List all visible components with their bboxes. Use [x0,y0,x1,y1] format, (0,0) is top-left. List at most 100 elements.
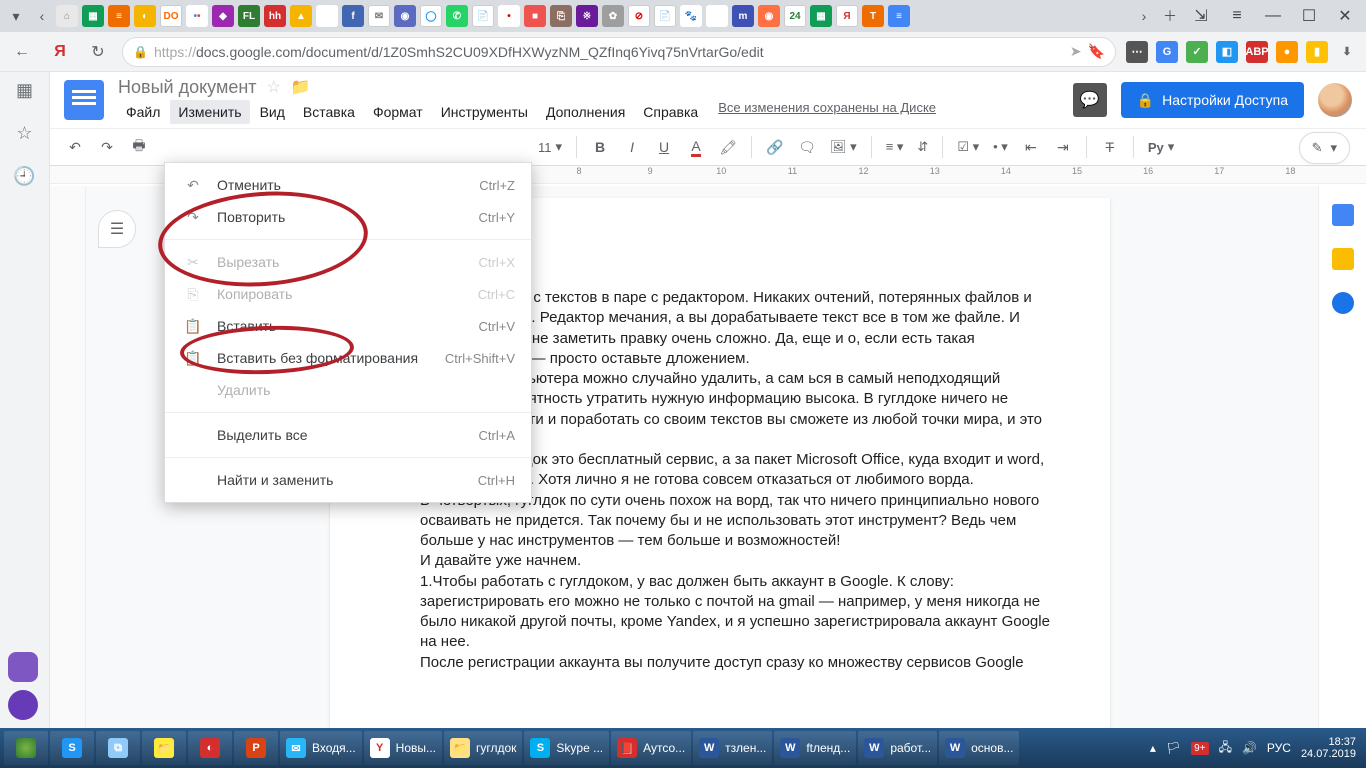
menu-item-undo[interactable]: ↶ Отменить Ctrl+Z [165,169,531,201]
input-tools-icon[interactable]: Ру ▾ [1144,139,1178,155]
tab-favicon[interactable]: ✉ [368,5,390,27]
menu-tools[interactable]: Инструменты [433,100,536,124]
tab-favicon[interactable]: 📄 [472,5,494,27]
ext-icon[interactable]: ABP [1246,41,1268,63]
menu-format[interactable]: Формат [365,100,431,124]
tab-favicon[interactable]: ⌂ [56,5,78,27]
insert-image-icon[interactable]: 🖼 ▾ [826,139,861,155]
tab-favicon[interactable]: ◉ [758,5,780,27]
download-icon[interactable]: ⬇ [1336,41,1358,63]
task-icon[interactable]: S [50,731,94,765]
start-button[interactable] [4,731,48,765]
menu-item-delete[interactable]: Удалить [165,374,531,406]
tab-favicon[interactable]: ✿ [602,5,624,27]
align-icon[interactable]: ≡ ▾ [882,139,908,155]
voice-icon[interactable] [8,690,38,720]
url-input[interactable]: 🔒 https://docs.google.com/document/d/1Z0… [122,37,1116,67]
line-spacing-icon[interactable]: ⇵ [913,139,932,155]
tab-favicon[interactable]: 🐾 [680,5,702,27]
insert-link-icon[interactable]: 🔗 [762,134,788,160]
ext-icon[interactable]: ▮ [1306,41,1328,63]
window-minimize-icon[interactable]: ― [1256,4,1290,28]
tab-favicon[interactable]: • [498,5,520,27]
task-icon[interactable]: ⧉ [96,731,140,765]
ext-icon[interactable]: ⋯ [1126,41,1148,63]
tab-favicon[interactable]: ▦ [810,5,832,27]
bookmark-icon[interactable]: 🔖 [1088,43,1105,60]
tab-favicon[interactable] [706,5,728,27]
alice-icon[interactable] [8,652,38,682]
text-color-icon[interactable]: A [683,134,709,160]
tray-clock[interactable]: 18:37 24.07.2019 [1301,736,1356,760]
tab-favicon[interactable]: FL [238,5,260,27]
task-icon[interactable]: 📁 [142,731,186,765]
tray-flag-icon[interactable]: 🏳 [1166,741,1181,755]
taskbar-app[interactable]: Wработ... [858,731,937,765]
tray-expand-icon[interactable]: ▴ [1150,741,1156,755]
tab-favicon[interactable]: f [342,5,364,27]
taskbar-app[interactable]: ✉Входя... [280,731,362,765]
tasks-icon[interactable] [1332,292,1354,314]
redo-icon[interactable]: ↷ [94,134,120,160]
star-icon[interactable]: ☆ [267,77,281,97]
taskbar-app[interactable]: 📁гуглдок [444,731,522,765]
new-tab-icon[interactable]: ＋ [1158,4,1182,28]
indent-increase-icon[interactable]: ⇥ [1050,134,1076,160]
apps-icon[interactable]: ▦ [16,80,33,101]
taskbar-app[interactable]: 📕Аутсо... [611,731,691,765]
menu-item-select-all[interactable]: Выделить все Ctrl+A [165,419,531,451]
editing-mode-select[interactable]: ✎ ▾ [1299,132,1350,164]
outline-toggle-icon[interactable]: ☰ [98,210,136,248]
yandex-logo-icon[interactable]: Я [46,38,74,66]
task-icon[interactable]: P [234,731,278,765]
bold-icon[interactable]: B [587,134,613,160]
tab-nav-prev-icon[interactable]: ‹ [30,4,54,28]
tab-favicon[interactable]: ※ [576,5,598,27]
tab-favicon[interactable]: DO [160,5,182,27]
tab-favicon[interactable]: •• [186,5,208,27]
insert-comment-icon[interactable]: 🗨 [794,134,820,160]
tab-favicon[interactable]: 24 [784,5,806,27]
taskbar-app[interactable]: Wftленд... [774,731,856,765]
tab-favicon[interactable]: 📄 [654,5,676,27]
menu-icon[interactable]: ≡ [1220,4,1254,28]
tab-favicon[interactable]: T [862,5,884,27]
save-status-link[interactable]: Все изменения сохранены на Диске [718,100,936,124]
ext-icon[interactable]: ● [1276,41,1298,63]
menu-item-copy[interactable]: ⎘ Копировать Ctrl+C [165,278,531,310]
menu-file[interactable]: Файл [118,100,168,124]
favorite-icon[interactable]: ☆ [16,123,32,144]
bullet-list-icon[interactable]: • ▾ [989,139,1012,155]
tray-badge[interactable]: 9+ [1191,742,1208,755]
tab-favicon[interactable]: hh [264,5,286,27]
print-icon[interactable]: 🖶 [126,134,152,160]
task-icon[interactable]: ◐ [188,731,232,765]
menu-edit[interactable]: Изменить [170,100,249,124]
menu-view[interactable]: Вид [252,100,293,124]
underline-icon[interactable]: U [651,134,677,160]
menu-insert[interactable]: Вставка [295,100,363,124]
tab-favicon[interactable]: ▲ [290,5,312,27]
menu-item-find-replace[interactable]: Найти и заменить Ctrl+H [165,464,531,496]
docs-logo-icon[interactable] [64,80,104,120]
account-avatar[interactable] [1318,83,1352,117]
document-title[interactable]: Новый документ [118,77,257,98]
ext-icon[interactable]: G [1156,41,1178,63]
ext-icon[interactable]: ✓ [1186,41,1208,63]
history-icon[interactable]: 🕘 [13,166,35,187]
tab-favicon[interactable]: ◆ [212,5,234,27]
tab-favicon[interactable]: ✆ [446,5,468,27]
clear-format-icon[interactable]: T [1097,134,1123,160]
tab-favicon[interactable]: ◉ [394,5,416,27]
tab-favicon[interactable]: ◯ [420,5,442,27]
checklist-icon[interactable]: ☑ ▾ [953,139,983,155]
ext-icon[interactable]: ◧ [1216,41,1238,63]
pin-icon[interactable]: ⇲ [1184,4,1218,28]
menu-item-cut[interactable]: ✂ Вырезать Ctrl+X [165,246,531,278]
window-maximize-icon[interactable]: ☐ [1292,4,1326,28]
tab-favicon[interactable]: ⊘ [628,5,650,27]
undo-icon[interactable]: ↶ [62,134,88,160]
menu-item-paste-plain[interactable]: 📋 Вставить без форматирования Ctrl+Shift… [165,342,531,374]
font-size-select[interactable]: 11 ▾ [534,139,566,155]
window-close-icon[interactable]: ✕ [1328,4,1362,28]
